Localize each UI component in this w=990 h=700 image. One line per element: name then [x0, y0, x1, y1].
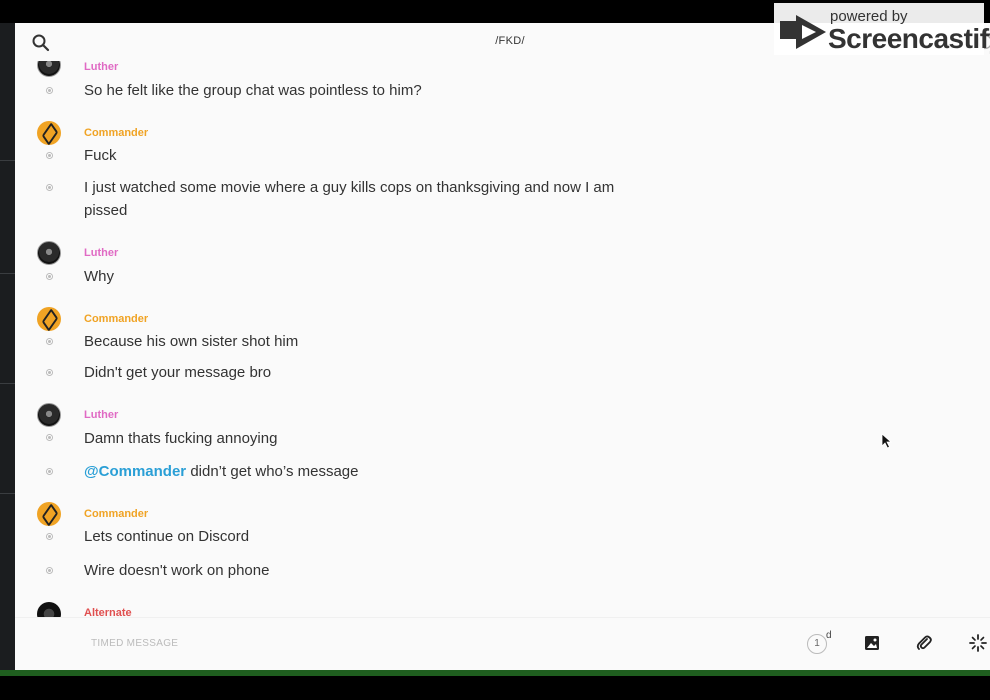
message-text: I just watched some movie where a guy ki…	[84, 179, 615, 219]
user-mention[interactable]: @Commander	[84, 463, 186, 480]
message-text: So he felt like the group chat was point…	[84, 82, 422, 99]
message-text: Lets continue on Discord	[84, 528, 250, 545]
avatar[interactable]	[37, 502, 61, 526]
avatar[interactable]	[37, 307, 61, 331]
message-status-dot	[46, 369, 53, 376]
avatar[interactable]	[37, 403, 61, 427]
message-status-dot	[46, 87, 53, 94]
message-status-dot	[46, 567, 53, 574]
sender-name[interactable]: Luther	[84, 247, 118, 259]
screencastify-watermark: powered by Screencastify	[774, 3, 990, 55]
message-text: Wire doesn't work on phone	[84, 562, 270, 579]
avatar[interactable]	[37, 61, 61, 77]
screen-bottom-bar	[0, 676, 990, 700]
message-text: Why	[84, 268, 114, 285]
avatar[interactable]	[37, 241, 61, 265]
message-status-dot	[46, 273, 53, 280]
conversation-view: /FKD/ Luther So he felt like the group c…	[15, 23, 990, 670]
message-text: Didn't get your message bro	[84, 364, 272, 381]
message-text-rest: didn’t get who’s message	[186, 463, 359, 480]
message-status-dot	[46, 434, 53, 441]
watermark-line2: Screencastify	[828, 23, 990, 54]
ping-icon[interactable]	[967, 632, 989, 654]
message-text: Because his own sister shot him	[84, 333, 299, 350]
message-list[interactable]: Luther So he felt like the group chat wa…	[15, 61, 990, 617]
message-text: Damn thats fucking annoying	[84, 430, 278, 447]
message-status-dot	[46, 338, 53, 345]
mouse-cursor-icon	[881, 433, 893, 449]
message-text: Fuck	[84, 147, 117, 164]
avatar[interactable]	[37, 121, 61, 145]
sender-name[interactable]: Commander	[84, 313, 148, 325]
avatar[interactable]	[37, 602, 61, 617]
left-sidebar-edge	[0, 23, 15, 670]
message-text: @Commander didn’t get who’s message	[84, 460, 624, 483]
message-status-dot	[46, 184, 53, 191]
timer-icon[interactable]: 1 d	[807, 630, 832, 654]
sender-name[interactable]: Commander	[84, 127, 148, 139]
paperclip-icon[interactable]	[913, 632, 935, 654]
sender-name[interactable]: Alternate	[84, 607, 132, 617]
message-status-dot	[46, 533, 53, 540]
message-composer: 1 d	[15, 617, 990, 670]
message-status-dot	[46, 152, 53, 159]
timer-value: 1	[807, 634, 827, 654]
message-input[interactable]	[91, 633, 591, 653]
screencastify-logo-icon	[778, 11, 828, 53]
message-status-dot	[46, 468, 53, 475]
image-icon[interactable]	[861, 632, 883, 654]
timer-unit: d	[826, 630, 832, 641]
sender-name[interactable]: Luther	[84, 61, 118, 73]
sender-name[interactable]: Commander	[84, 508, 148, 520]
sender-name[interactable]: Luther	[84, 409, 118, 421]
